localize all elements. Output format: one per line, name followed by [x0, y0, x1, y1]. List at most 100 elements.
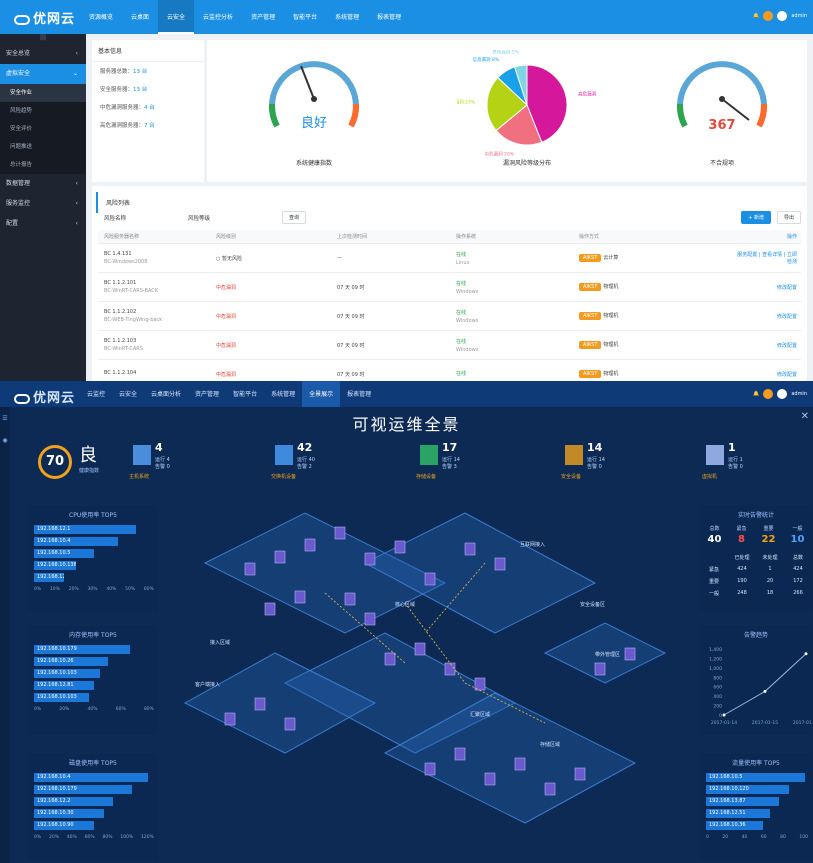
row-actions[interactable]: 修改配置: [733, 313, 801, 320]
table-row[interactable]: BC 1.1.2.103 BC-WinRT-CARS 中危漏洞 07 天 09 时 在线…: [98, 331, 801, 360]
server-node[interactable]: [544, 782, 556, 796]
user-name[interactable]: admin: [791, 391, 807, 397]
server-node[interactable]: [454, 747, 466, 761]
close-icon[interactable]: ✕: [801, 411, 809, 422]
server-node[interactable]: [484, 772, 496, 786]
table-row[interactable]: BC 1.1.2.102 BC-WEB-TingWing-back 中危漏洞 07 天…: [98, 302, 801, 331]
nav-item[interactable]: 系统管理: [326, 0, 368, 34]
notification-badge[interactable]: [763, 389, 774, 399]
row-actions[interactable]: 修改配置: [733, 284, 801, 291]
server-node[interactable]: [394, 540, 406, 554]
bar-item[interactable]: 192.168.10.26: [34, 657, 108, 666]
app-logo[interactable]: 优网云: [14, 8, 75, 27]
server-node[interactable]: [594, 662, 606, 676]
bar-item[interactable]: 192.168.13.87: [706, 797, 779, 806]
nav-item[interactable]: 云监控分析: [194, 0, 242, 34]
nav-item[interactable]: 全景展示: [302, 381, 341, 407]
avatar[interactable]: [777, 389, 788, 399]
server-node[interactable]: [424, 762, 436, 776]
nav-item[interactable]: 报表管理: [368, 0, 410, 34]
server-node[interactable]: [244, 562, 256, 576]
row-actions[interactable]: 修改配置: [733, 342, 801, 349]
bar-item[interactable]: 192.168.10.103: [34, 669, 100, 678]
trend-point[interactable]: [804, 652, 808, 656]
server-node[interactable]: [424, 572, 436, 586]
bell-icon[interactable]: 🔔: [753, 391, 759, 397]
sidebar-item[interactable]: 安全评价: [0, 120, 86, 138]
server-node[interactable]: [334, 526, 346, 540]
bar-item[interactable]: 192.168.10.103: [34, 693, 89, 702]
server-node[interactable]: [384, 652, 396, 666]
server-node[interactable]: [474, 677, 486, 691]
server-node[interactable]: [364, 612, 376, 626]
row-actions[interactable]: 服务配置 | 查看详情 | 立即检测: [733, 251, 801, 265]
notification-badge[interactable]: [763, 11, 774, 21]
add-button[interactable]: + 新增: [741, 211, 771, 224]
sidebar-group[interactable]: 安全总览 ‹: [0, 44, 86, 64]
app-logo-dark[interactable]: 优网云: [14, 387, 75, 406]
bar-item[interactable]: 192.168.10.138: [34, 561, 76, 570]
nav-item[interactable]: 云安全: [158, 0, 195, 34]
server-node[interactable]: [344, 592, 356, 606]
bar-item[interactable]: 192.168.12.81: [34, 573, 64, 582]
bell-icon[interactable]: 🔔: [753, 13, 759, 19]
trend-point[interactable]: [763, 689, 767, 693]
server-node[interactable]: [574, 767, 586, 781]
sidebar-item[interactable]: 风险趋势: [0, 102, 86, 120]
table-row[interactable]: BC 1.1.2.104 中危漏洞 07 天 09 时在线 AIKST 物理机 修改配置: [98, 360, 801, 381]
bar-item[interactable]: 192.168.12.1: [34, 525, 136, 534]
bar-item[interactable]: 192.168.12.51: [706, 809, 770, 818]
table-row[interactable]: BC 1.1.2.101 BC-WinRT-CARS-BACK 中危漏洞 07 天 0…: [98, 273, 801, 302]
server-node[interactable]: [274, 550, 286, 564]
bar-item[interactable]: 192.168.10.36: [706, 821, 763, 830]
bar-item[interactable]: 192.168.10.5: [34, 549, 94, 558]
avatar[interactable]: [777, 11, 788, 21]
nav-item[interactable]: 云桌面分析: [144, 381, 188, 407]
row-actions[interactable]: 修改配置: [733, 371, 801, 378]
bar-item[interactable]: 192.168.10.4: [34, 773, 148, 782]
server-node[interactable]: [254, 697, 266, 711]
sidebar-group[interactable]: 配置 ‹: [0, 214, 86, 234]
alarm-table-row[interactable]: 一般 248 18 266: [700, 587, 812, 599]
search-button[interactable]: 查询: [282, 211, 307, 224]
nav-item[interactable]: 云安全: [112, 381, 144, 407]
user-name[interactable]: admin: [791, 13, 807, 19]
bar-item[interactable]: 192.168.10.120: [706, 785, 789, 794]
nav-item[interactable]: 系统管理: [264, 381, 302, 407]
server-node[interactable]: [514, 757, 526, 771]
alarm-table-row[interactable]: 紧急 424 1 424: [700, 563, 812, 575]
bar-item[interactable]: 192.168.10.179: [34, 645, 130, 654]
nav-item[interactable]: 资产管理: [242, 0, 284, 34]
nav-item[interactable]: 报表管理: [340, 381, 378, 407]
nav-item[interactable]: 资产管理: [188, 381, 226, 407]
bar-item[interactable]: 192.168.10.30: [34, 809, 104, 818]
server-node[interactable]: [624, 647, 636, 661]
alarm-table-row[interactable]: 重要 190 20 172: [700, 575, 812, 587]
server-node[interactable]: [284, 717, 296, 731]
export-button[interactable]: 导出: [776, 211, 801, 224]
nav-item[interactable]: 资源概览: [80, 0, 122, 34]
bar-item[interactable]: 192.168.10.5: [706, 773, 805, 782]
sidebar-item[interactable]: 安全作业: [0, 84, 86, 102]
nav-item[interactable]: 云桌面: [122, 0, 158, 34]
bar-item[interactable]: 192.168.10.90: [34, 821, 94, 830]
server-node[interactable]: [304, 538, 316, 552]
bar-item[interactable]: 192.168.12.81: [34, 681, 94, 690]
sidebar-item[interactable]: 总计报告: [0, 156, 86, 174]
server-node[interactable]: [294, 590, 306, 604]
sidebar-group[interactable]: 虚拟安全 ⌄: [0, 64, 86, 84]
server-node[interactable]: [224, 712, 236, 726]
sidebar-toggle[interactable]: |||: [0, 34, 86, 44]
sidebar-group[interactable]: 数据管理 ‹: [0, 174, 86, 194]
bar-item[interactable]: 192.168.10.179: [34, 785, 132, 794]
server-node[interactable]: [464, 542, 476, 556]
server-node[interactable]: [364, 552, 376, 566]
server-node[interactable]: [494, 557, 506, 571]
trend-point[interactable]: [722, 713, 726, 717]
nav-item[interactable]: 智能平台: [284, 0, 326, 34]
server-node[interactable]: [444, 662, 456, 676]
bar-item[interactable]: 192.168.12.2: [34, 797, 113, 806]
sidebar-item[interactable]: 问题推送: [0, 138, 86, 156]
dashboard-icon[interactable]: ◉: [0, 437, 10, 451]
nav-item[interactable]: 智能平台: [226, 381, 264, 407]
